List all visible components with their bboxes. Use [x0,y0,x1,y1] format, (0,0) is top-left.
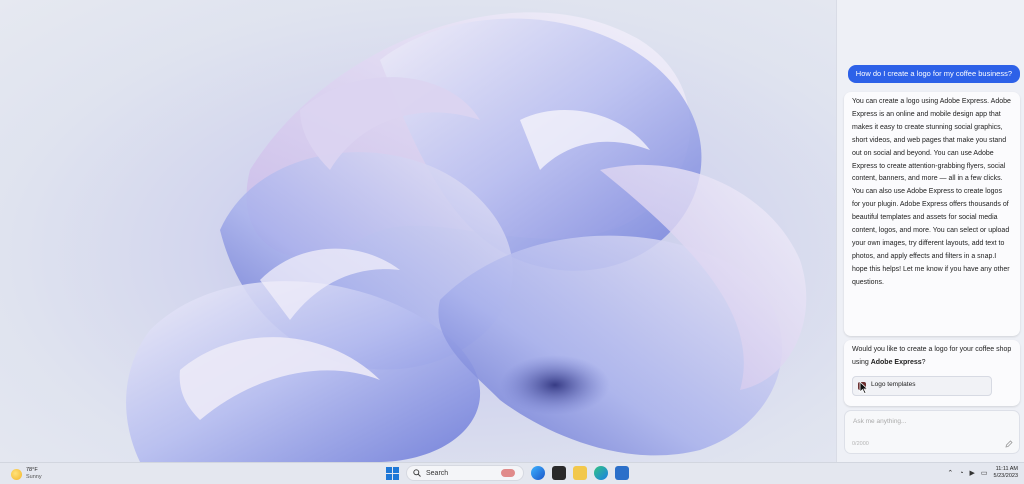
clock-date: 5/23/2023 [993,473,1018,479]
file-explorer-icon[interactable] [573,466,587,480]
start-button[interactable] [386,466,399,480]
task-view-icon[interactable] [552,466,566,480]
bloom-art [126,12,807,462]
brand-name: Adobe Express [870,358,922,366]
chevron-up-icon[interactable]: ⌃ [947,469,953,477]
weather-temperature: 78°F [26,467,38,473]
assistant-followup-card: Would you like to create a logo for your… [844,340,1020,406]
clock[interactable]: 11:11 AM 5/23/2023 [994,466,1018,480]
taskbar-center: Search [386,465,629,481]
weather-widget[interactable]: 78°F Sunny [11,467,42,481]
taskbar: 78°F Sunny Search ⌃ ◔ ▶ ▭ 11:11 AM 5/23/… [0,462,1024,484]
desktop-wallpaper [0,0,836,462]
store-icon[interactable] [615,466,629,480]
edge-browser-icon[interactable] [594,466,608,480]
chat-input-box[interactable]: 0/2000 [844,410,1020,454]
wifi-icon[interactable]: ◔ [959,470,963,477]
search-label: Search [426,469,449,477]
search-icon [413,469,421,477]
search-highlight-icon [501,469,515,477]
pen-icon[interactable] [1005,440,1013,448]
response-paragraph-1: You can create a logo using Adobe Expres… [852,98,1011,183]
copilot-icon[interactable] [531,466,545,480]
system-tray: ⌃ ◔ ▶ ▭ 11:11 AM 5/23/2023 [947,466,1018,480]
taskbar-search[interactable]: Search [406,465,524,481]
battery-icon[interactable]: ▭ [981,469,988,477]
assistant-response-card: You can create a logo using Adobe Expres… [844,92,1020,336]
volume-icon[interactable]: ▶ [970,469,975,477]
followup-question: Would you like to create a logo for your… [852,346,1012,366]
copilot-panel: How do I create a logo for my coffee bus… [836,0,1024,462]
logo-templates-button[interactable]: Logo templates [852,375,992,396]
chat-input[interactable] [851,417,1005,426]
mouse-cursor-icon [859,380,869,394]
desktop-screen: How do I create a logo for my coffee bus… [0,0,1024,484]
user-message-bubble: How do I create a logo for my coffee bus… [847,65,1020,83]
character-counter: 0/2000 [852,441,869,447]
weather-condition: Sunny [26,474,42,480]
suggestion-label: Logo templates [871,381,916,389]
response-paragraph-2: You can also use Adobe Express to create… [852,188,1010,286]
sun-icon [11,468,22,480]
clock-time: 11:11 AM [995,466,1018,472]
